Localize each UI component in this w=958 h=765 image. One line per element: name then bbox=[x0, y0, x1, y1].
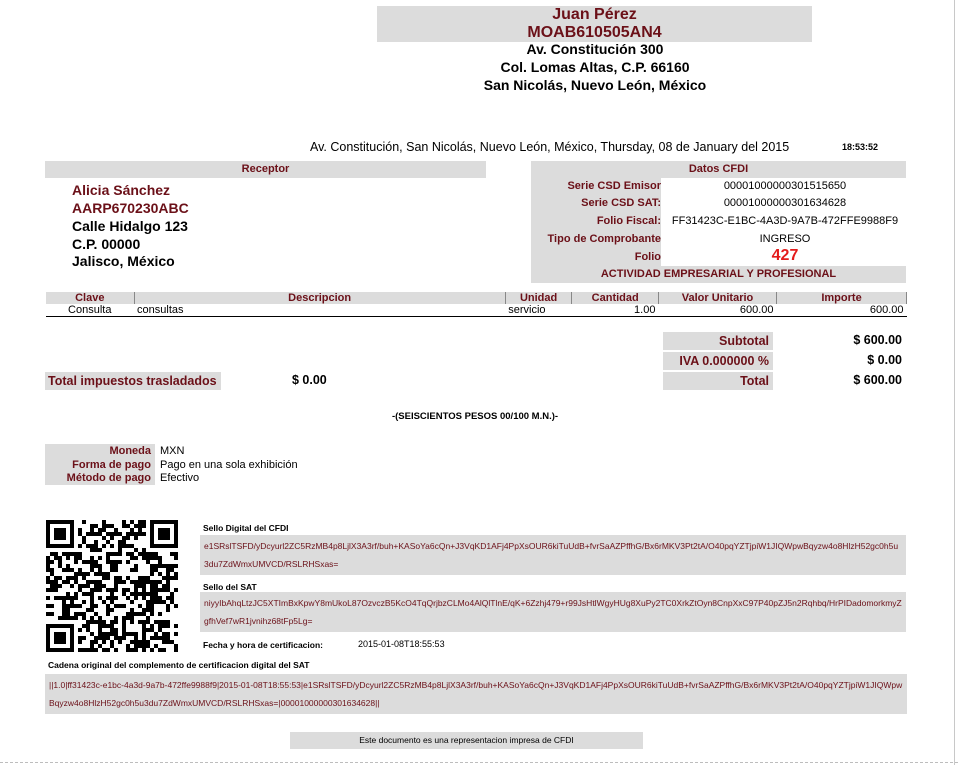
cfdi-label-serie-sat: Serie CSD SAT: bbox=[581, 197, 661, 209]
metodo-pago-value: Efectivo bbox=[160, 472, 200, 484]
col-header-clave: Clave bbox=[45, 292, 135, 304]
cfdi-value-serie-sat: 00001000000301634628 bbox=[723, 197, 847, 209]
emisor-address-line-2: Col. Lomas Altas, C.P. 66160 bbox=[500, 59, 690, 75]
cfdi-label-tipo: Tipo de Comprobante bbox=[547, 233, 661, 245]
certification-date-value: 2015-01-08T18:55:53 bbox=[358, 639, 445, 649]
receptor-name: Alicia Sánchez bbox=[72, 182, 171, 198]
moneda-value: MXN bbox=[160, 445, 185, 457]
page-bottom-edge bbox=[0, 762, 958, 763]
subtotal-label: Subtotal bbox=[663, 332, 773, 350]
taxes-transferred-value: $ 0.00 bbox=[292, 373, 327, 387]
place-and-date: Av. Constitución, San Nicolás, Nuevo Leó… bbox=[310, 140, 790, 154]
cfdi-seal: e1SRslTSFD/yDcyurl2ZC5RzMB4p8LjlX3A3rf/b… bbox=[200, 535, 906, 575]
issue-time: 18:53:52 bbox=[842, 142, 879, 152]
cfdi-seal-title: Sello Digital del CFDI bbox=[203, 523, 289, 533]
col-header-importe: Importe bbox=[776, 292, 907, 304]
metodo-pago-label: Método de pago bbox=[66, 472, 151, 484]
receptor-cp: C.P. 00000 bbox=[72, 236, 141, 252]
cfdi-regime: ACTIVIDAD EMPRESARIAL Y PROFESIONAL bbox=[600, 268, 837, 280]
items-table: Clave Descripcion Unidad Cantidad Valor … bbox=[45, 292, 907, 317]
col-header-valor-unitario: Valor Unitario bbox=[657, 292, 778, 304]
cell-cantidad: 1.00 bbox=[571, 304, 659, 317]
table-row: Consulta consultas servicio 1.00 600.00 … bbox=[45, 304, 907, 317]
col-header-descripcion: Descripcion bbox=[133, 292, 506, 304]
cfdi-label-folio-fiscal: Folio Fiscal: bbox=[596, 215, 661, 227]
total-label: Total bbox=[663, 372, 773, 390]
amount-in-words: -(SEISCIENTOS PESOS 00/100 M.N.)- bbox=[391, 411, 559, 422]
receptor-state: Jalisco, México bbox=[72, 253, 175, 269]
iva-value: $ 0.00 bbox=[867, 353, 902, 367]
cell-unidad: servicio bbox=[505, 304, 572, 317]
items-header-row: Clave Descripcion Unidad Cantidad Valor … bbox=[45, 292, 907, 304]
page-right-edge bbox=[954, 0, 955, 765]
col-header-cantidad: Cantidad bbox=[571, 292, 659, 304]
cfdi-value-folio-fiscal: FF31423C-E1BC-4A3D-9A7B-472FFE9988F9 bbox=[671, 215, 899, 227]
emisor-address-line-3: San Nicolás, Nuevo León, México bbox=[483, 77, 707, 93]
receptor-rfc: AARP670230ABC bbox=[72, 200, 189, 216]
cfdi-title: Datos CFDI bbox=[531, 161, 906, 178]
cfdi-value-folio: 427 bbox=[771, 247, 799, 264]
receptor-title: Receptor bbox=[45, 161, 486, 178]
moneda-label: Moneda bbox=[109, 445, 151, 457]
col-header-unidad: Unidad bbox=[504, 292, 573, 304]
cell-clave: Consulta bbox=[45, 304, 135, 317]
total-value: $ 600.00 bbox=[853, 373, 902, 387]
sat-seal: niyyIbAhqLtzJC5XTImBxKpwY8mUkoL87OzvczB5… bbox=[200, 592, 906, 632]
cell-valor-unitario: 600.00 bbox=[658, 304, 777, 317]
forma-pago-label: Forma de pago bbox=[72, 459, 151, 471]
original-chain: ||1.0|ff31423c-e1bc-4a3d-9a7b-472ffe9988… bbox=[45, 674, 907, 714]
cfdi-label-folio: Folio bbox=[634, 251, 661, 263]
taxes-transferred-label: Total impuestos trasladados bbox=[45, 372, 221, 390]
emisor-rfc: MOAB610505AN4 bbox=[377, 24, 812, 42]
qr-code bbox=[46, 520, 178, 652]
sat-seal-title: Sello del SAT bbox=[203, 582, 257, 592]
emisor-address-line-1: Av. Constitución 300 bbox=[526, 41, 664, 57]
subtotal-value: $ 600.00 bbox=[853, 333, 902, 347]
cell-importe: 600.00 bbox=[776, 304, 907, 317]
cell-descripcion: consultas bbox=[134, 304, 506, 317]
emisor-name: Juan Pérez bbox=[377, 6, 812, 24]
original-chain-title: Cadena original del complemento de certi… bbox=[48, 660, 310, 670]
forma-pago-value: Pago en una sola exhibición bbox=[160, 459, 298, 471]
iva-label: IVA 0.000000 % bbox=[663, 352, 773, 370]
cfdi-label-serie-emisor: Serie CSD Emisor bbox=[567, 180, 661, 192]
cfdi-value-serie-emisor: 00001000000301515650 bbox=[723, 180, 847, 192]
footer-note: Este documento es una representacion imp… bbox=[290, 732, 643, 749]
certification-date-label: Fecha y hora de certificacion: bbox=[203, 640, 323, 650]
receptor-street: Calle Hidalgo 123 bbox=[72, 218, 188, 234]
cfdi-value-tipo: INGRESO bbox=[759, 233, 811, 245]
